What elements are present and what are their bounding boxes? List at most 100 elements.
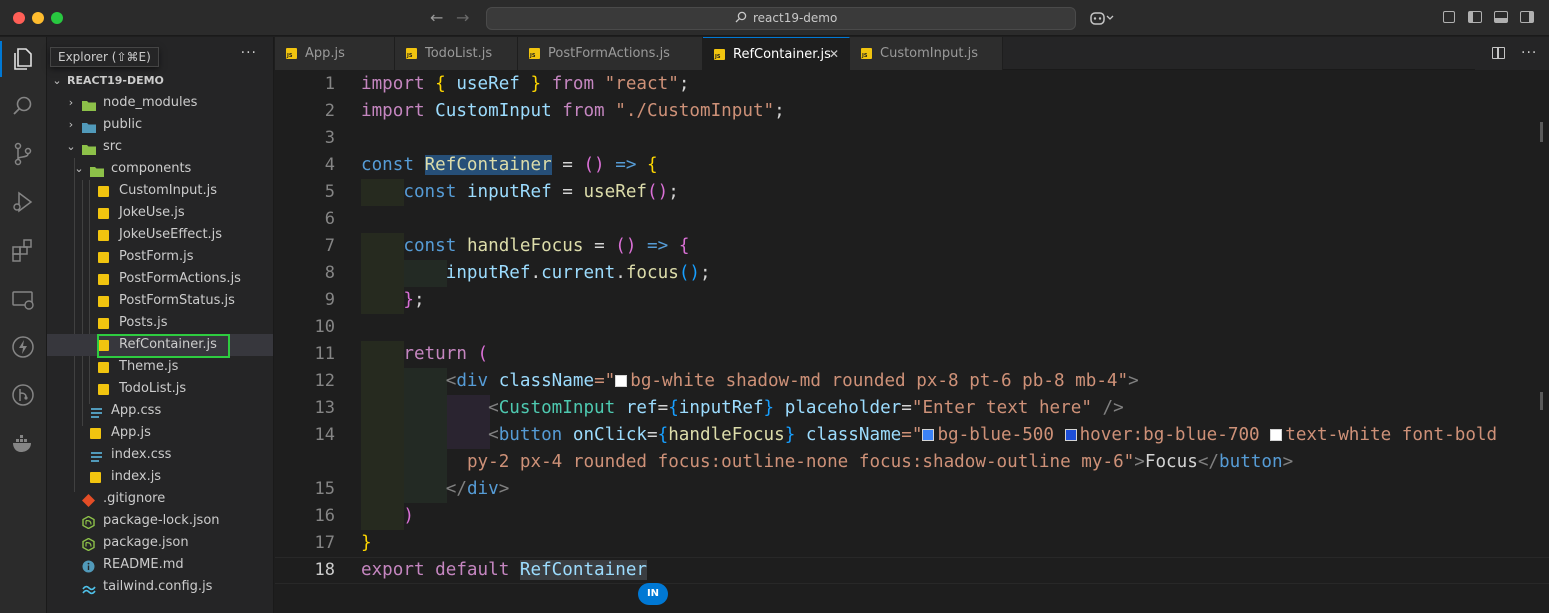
tree-item-label: .gitignore (103, 491, 166, 506)
code-line-12: <div className=" bg-white shadow-md round… (275, 368, 1549, 395)
explorer-files-icon[interactable] (10, 46, 36, 72)
tree-folder[interactable]: › public (47, 114, 273, 136)
code-line-13: <CustomInput ref={inputRef} placeholder=… (275, 395, 1549, 422)
scrollbar-marker[interactable] (1540, 122, 1543, 142)
line-number: 6 (324, 209, 335, 229)
tree-file[interactable]: index.js (47, 466, 273, 488)
tree-file[interactable]: PostFormActions.js (47, 268, 273, 290)
js-file-icon (98, 362, 109, 373)
tab-app-js[interactable]: App.js (275, 37, 395, 70)
code-line-18: export default RefContainer (275, 557, 1549, 584)
source-control-icon[interactable] (10, 141, 36, 167)
line-number: 10 (314, 317, 335, 337)
command-center[interactable]: react19-demo (486, 7, 1076, 30)
tab-custominput-js[interactable]: CustomInput.js (850, 37, 1003, 70)
forward-arrow-icon[interactable]: → (456, 8, 469, 28)
split-editor-icon[interactable] (1492, 47, 1505, 59)
tailwind-file-icon (82, 581, 96, 595)
tree-file[interactable]: PostForm.js (47, 246, 273, 268)
tree-file[interactable]: JokeUseEffect.js (47, 224, 273, 246)
tree-file[interactable]: CustomInput.js (47, 180, 273, 202)
tree-file[interactable]: README.md (47, 554, 273, 576)
tree-file[interactable]: App.css (47, 400, 273, 422)
docker-icon[interactable] (10, 430, 36, 456)
chevron-down-icon: ⌄ (52, 74, 62, 87)
js-file-icon (98, 186, 109, 197)
tree-file[interactable]: RefContainer.js (47, 334, 273, 358)
tree-item-label: components (111, 161, 192, 176)
mode-indicator-badge[interactable]: IN (638, 583, 668, 605)
search-icon (735, 11, 747, 23)
tree-file[interactable]: App.js (47, 422, 273, 444)
tree-file[interactable]: .gitignore (47, 488, 273, 510)
tree-folder[interactable]: › node_modules (47, 92, 273, 114)
code-line-14-wrap: py-2 px-4 rounded focus:outline-none foc… (275, 449, 1549, 476)
tree-item-label: Posts.js (119, 315, 168, 330)
code-line-15: </div> (275, 476, 1549, 503)
tree-file[interactable]: Posts.js (47, 312, 273, 334)
tab-todolist-js[interactable]: TodoList.js (395, 37, 518, 70)
extensions-icon[interactable] (10, 237, 36, 263)
color-swatch-blue-500[interactable] (922, 429, 935, 441)
code-line-5: const inputRef = useRef(); (275, 179, 1549, 206)
info-file-icon (82, 559, 95, 573)
css-file-icon (90, 449, 103, 462)
command-center-text: react19-demo (753, 11, 838, 25)
color-swatch-white[interactable] (615, 375, 628, 387)
chevron-down-icon: ⌄ (66, 140, 76, 153)
js-file-icon (98, 384, 109, 395)
more-actions-icon[interactable]: ··· (1521, 37, 1537, 70)
folder-components-icon (90, 163, 104, 177)
tab-label: PostFormActions.js (548, 46, 670, 61)
tab-label: App.js (305, 46, 345, 61)
tree-file[interactable]: index.css (47, 444, 273, 466)
js-file-icon (714, 49, 725, 60)
explorer-root[interactable]: ⌄ REACT19-DEMO (47, 70, 273, 92)
code-line-8: inputRef.current.focus(); (275, 260, 1549, 287)
tree-folder[interactable]: ⌄ src (47, 136, 273, 158)
tree-file[interactable]: tailwind.config.js (47, 576, 273, 598)
copilot-icon[interactable] (1090, 10, 1114, 26)
js-file-icon (98, 318, 109, 329)
remote-explorer-icon[interactable] (10, 287, 36, 313)
color-swatch-white[interactable] (1270, 429, 1283, 441)
tree-item-label: index.js (111, 469, 162, 484)
back-arrow-icon[interactable]: ← (430, 8, 443, 28)
tab-postformactions-js[interactable]: PostFormActions.js (518, 37, 703, 70)
tree-file[interactable]: package.json (47, 532, 273, 554)
minimize-window-button[interactable] (32, 12, 44, 24)
customize-layout-icon[interactable] (1443, 11, 1455, 23)
lightning-icon[interactable] (10, 334, 36, 360)
search-icon[interactable] (10, 93, 36, 119)
js-file-icon (98, 208, 109, 219)
more-actions-icon[interactable]: ··· (241, 45, 257, 61)
title-bar: ← → react19-demo (0, 0, 1549, 36)
tree-file[interactable]: PostFormStatus.js (47, 290, 273, 312)
toggle-panel-icon[interactable] (1494, 11, 1508, 23)
tree-item-label: README.md (103, 557, 184, 572)
run-debug-icon[interactable] (10, 189, 36, 215)
code-editor[interactable]: 1 2 3 4 5 6 7 8 9 10 11 12 13 14 15 16 17 18 import { use… (275, 71, 1549, 613)
chevron-down-icon: ⌄ (74, 162, 84, 175)
close-icon[interactable]: ✕ (829, 38, 839, 71)
tree-item-label: PostFormActions.js (119, 271, 241, 286)
git-graph-icon[interactable] (10, 382, 36, 408)
tree-item-label: App.css (111, 403, 162, 418)
close-window-button[interactable] (13, 12, 25, 24)
tab-label: RefContainer.js (733, 47, 831, 62)
scrollbar-marker[interactable] (1540, 392, 1543, 410)
tab-refcontainer-js[interactable]: RefContainer.js✕ (703, 37, 850, 70)
toggle-primary-sidebar-icon[interactable] (1468, 11, 1482, 23)
tree-file[interactable]: TodoList.js (47, 378, 273, 400)
js-file-icon (90, 428, 101, 439)
tree-item-label: package-lock.json (103, 513, 220, 528)
tree-file[interactable]: Theme.js (47, 356, 273, 378)
tree-file[interactable]: JokeUse.js (47, 202, 273, 224)
color-swatch-blue-700[interactable] (1064, 429, 1077, 441)
tree-file[interactable]: package-lock.json (47, 510, 273, 532)
tree-item-label: CustomInput.js (119, 183, 217, 198)
tree-folder[interactable]: ⌄ components (47, 158, 273, 180)
zoom-window-button[interactable] (51, 12, 63, 24)
toggle-secondary-sidebar-icon[interactable] (1520, 11, 1534, 23)
tree-item-label: node_modules (103, 95, 198, 110)
